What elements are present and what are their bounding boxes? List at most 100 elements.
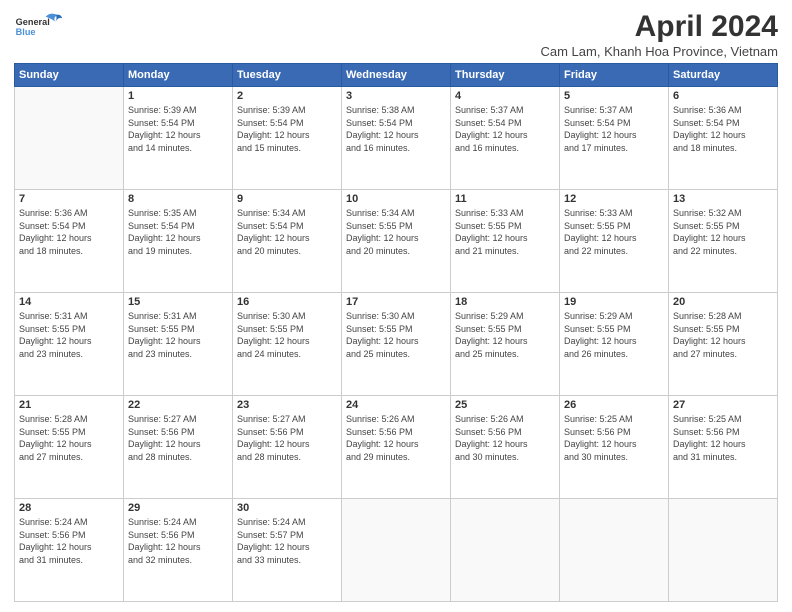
day-info: Sunrise: 5:28 AM Sunset: 5:55 PM Dayligh… xyxy=(19,413,119,463)
day-info: Sunrise: 5:39 AM Sunset: 5:54 PM Dayligh… xyxy=(128,104,228,154)
week-row-4: 21 Sunrise: 5:28 AM Sunset: 5:55 PM Dayli… xyxy=(15,396,778,499)
day-number: 11 xyxy=(455,193,555,205)
day-cell: 7 Sunrise: 5:36 AM Sunset: 5:54 PM Daylig… xyxy=(15,190,124,293)
day-info: Sunrise: 5:33 AM Sunset: 5:55 PM Dayligh… xyxy=(564,207,664,257)
col-sunday: Sunday xyxy=(15,64,124,87)
day-number: 22 xyxy=(128,399,228,411)
day-info: Sunrise: 5:34 AM Sunset: 5:54 PM Dayligh… xyxy=(237,207,337,257)
day-cell: 16Sunrise: 5:30 AM Sunset: 5:55 PM Dayli… xyxy=(233,293,342,396)
header-row: Sunday Monday Tuesday Wednesday Thursday… xyxy=(15,64,778,87)
day-number: 25 xyxy=(455,399,555,411)
day-cell: 15Sunrise: 5:31 AM Sunset: 5:55 PM Dayli… xyxy=(124,293,233,396)
day-cell: 14 Sunrise: 5:31 AM Sunset: 5:55 PM Dayli… xyxy=(15,293,124,396)
day-cell: 18Sunrise: 5:29 AM Sunset: 5:55 PM Dayli… xyxy=(451,293,560,396)
day-number: 16 xyxy=(237,296,337,308)
day-cell xyxy=(451,499,560,602)
day-number: 12 xyxy=(564,193,664,205)
day-info: Sunrise: 5:32 AM Sunset: 5:55 PM Dayligh… xyxy=(673,207,773,257)
day-cell: 24Sunrise: 5:26 AM Sunset: 5:56 PM Dayli… xyxy=(342,396,451,499)
day-cell: 27 Sunrise: 5:25 AM Sunset: 5:56 PM Dayli… xyxy=(669,396,778,499)
calendar-table: Sunday Monday Tuesday Wednesday Thursday… xyxy=(14,63,778,602)
day-number: 30 xyxy=(237,502,337,514)
day-info: Sunrise: 5:36 AM Sunset: 5:54 PM Dayligh… xyxy=(673,104,773,154)
day-cell xyxy=(560,499,669,602)
day-cell: 4 Sunrise: 5:37 AM Sunset: 5:54 PM Daylig… xyxy=(451,87,560,190)
col-thursday: Thursday xyxy=(451,64,560,87)
day-cell: 19 Sunrise: 5:29 AM Sunset: 5:55 PM Dayli… xyxy=(560,293,669,396)
day-info: Sunrise: 5:38 AM Sunset: 5:54 PM Dayligh… xyxy=(346,104,446,154)
day-number: 1 xyxy=(128,90,228,102)
day-number: 21 xyxy=(19,399,119,411)
day-number: 23 xyxy=(237,399,337,411)
day-number: 17 xyxy=(346,296,446,308)
day-info: Sunrise: 5:26 AM Sunset: 5:56 PM Dayligh… xyxy=(455,413,555,463)
day-number: 9 xyxy=(237,193,337,205)
day-info: Sunrise: 5:31 AM Sunset: 5:55 PM Dayligh… xyxy=(19,310,119,360)
day-number: 24 xyxy=(346,399,446,411)
day-number: 19 xyxy=(564,296,664,308)
svg-text:General: General xyxy=(16,17,50,27)
day-cell: 22 Sunrise: 5:27 AM Sunset: 5:56 PM Dayli… xyxy=(124,396,233,499)
col-friday: Friday xyxy=(560,64,669,87)
day-number: 5 xyxy=(564,90,664,102)
day-cell: 8Sunrise: 5:35 AM Sunset: 5:54 PM Daylig… xyxy=(124,190,233,293)
day-info: Sunrise: 5:39 AM Sunset: 5:54 PM Dayligh… xyxy=(237,104,337,154)
day-info: Sunrise: 5:28 AM Sunset: 5:55 PM Dayligh… xyxy=(673,310,773,360)
day-number: 14 xyxy=(19,296,119,308)
day-cell xyxy=(342,499,451,602)
day-cell xyxy=(669,499,778,602)
day-info: Sunrise: 5:37 AM Sunset: 5:54 PM Dayligh… xyxy=(564,104,664,154)
header: General Blue April 2024 Cam Lam, Khanh H… xyxy=(14,10,778,59)
day-info: Sunrise: 5:25 AM Sunset: 5:56 PM Dayligh… xyxy=(673,413,773,463)
col-wednesday: Wednesday xyxy=(342,64,451,87)
day-number: 20 xyxy=(673,296,773,308)
logo: General Blue xyxy=(14,10,64,50)
week-row-2: 7 Sunrise: 5:36 AM Sunset: 5:54 PM Daylig… xyxy=(15,190,778,293)
day-number: 27 xyxy=(673,399,773,411)
location: Cam Lam, Khanh Hoa Province, Vietnam xyxy=(541,44,779,59)
day-number: 4 xyxy=(455,90,555,102)
day-info: Sunrise: 5:30 AM Sunset: 5:55 PM Dayligh… xyxy=(346,310,446,360)
day-cell: 25 Sunrise: 5:26 AM Sunset: 5:56 PM Dayli… xyxy=(451,396,560,499)
col-saturday: Saturday xyxy=(669,64,778,87)
day-cell: 23Sunrise: 5:27 AM Sunset: 5:56 PM Dayli… xyxy=(233,396,342,499)
day-info: Sunrise: 5:37 AM Sunset: 5:54 PM Dayligh… xyxy=(455,104,555,154)
day-number: 2 xyxy=(237,90,337,102)
day-cell: 28 Sunrise: 5:24 AM Sunset: 5:56 PM Dayli… xyxy=(15,499,124,602)
day-number: 10 xyxy=(346,193,446,205)
day-info: Sunrise: 5:27 AM Sunset: 5:56 PM Dayligh… xyxy=(128,413,228,463)
day-info: Sunrise: 5:24 AM Sunset: 5:57 PM Dayligh… xyxy=(237,516,337,566)
day-cell xyxy=(15,87,124,190)
day-cell: 3 Sunrise: 5:38 AM Sunset: 5:54 PM Daylig… xyxy=(342,87,451,190)
day-number: 7 xyxy=(19,193,119,205)
day-info: Sunrise: 5:29 AM Sunset: 5:55 PM Dayligh… xyxy=(564,310,664,360)
title-area: April 2024 Cam Lam, Khanh Hoa Province, … xyxy=(541,10,779,59)
day-cell: 2 Sunrise: 5:39 AM Sunset: 5:54 PM Daylig… xyxy=(233,87,342,190)
day-number: 6 xyxy=(673,90,773,102)
day-cell: 6 Sunrise: 5:36 AM Sunset: 5:54 PM Daylig… xyxy=(669,87,778,190)
day-number: 26 xyxy=(564,399,664,411)
day-number: 29 xyxy=(128,502,228,514)
day-cell: 13 Sunrise: 5:32 AM Sunset: 5:55 PM Dayli… xyxy=(669,190,778,293)
week-row-5: 28 Sunrise: 5:24 AM Sunset: 5:56 PM Dayli… xyxy=(15,499,778,602)
day-cell: 10Sunrise: 5:34 AM Sunset: 5:55 PM Dayli… xyxy=(342,190,451,293)
day-info: Sunrise: 5:24 AM Sunset: 5:56 PM Dayligh… xyxy=(19,516,119,566)
day-cell: 1 Sunrise: 5:39 AM Sunset: 5:54 PM Daylig… xyxy=(124,87,233,190)
day-info: Sunrise: 5:24 AM Sunset: 5:56 PM Dayligh… xyxy=(128,516,228,566)
day-number: 28 xyxy=(19,502,119,514)
day-cell: 11 Sunrise: 5:33 AM Sunset: 5:55 PM Dayli… xyxy=(451,190,560,293)
day-cell: 21 Sunrise: 5:28 AM Sunset: 5:55 PM Dayli… xyxy=(15,396,124,499)
day-number: 3 xyxy=(346,90,446,102)
day-info: Sunrise: 5:25 AM Sunset: 5:56 PM Dayligh… xyxy=(564,413,664,463)
day-number: 13 xyxy=(673,193,773,205)
day-cell: 26 Sunrise: 5:25 AM Sunset: 5:56 PM Dayli… xyxy=(560,396,669,499)
day-info: Sunrise: 5:36 AM Sunset: 5:54 PM Dayligh… xyxy=(19,207,119,257)
day-info: Sunrise: 5:33 AM Sunset: 5:55 PM Dayligh… xyxy=(455,207,555,257)
day-cell: 12 Sunrise: 5:33 AM Sunset: 5:55 PM Dayli… xyxy=(560,190,669,293)
col-monday: Monday xyxy=(124,64,233,87)
day-cell: 20 Sunrise: 5:28 AM Sunset: 5:55 PM Dayli… xyxy=(669,293,778,396)
day-cell: 17 Sunrise: 5:30 AM Sunset: 5:55 PM Dayli… xyxy=(342,293,451,396)
day-info: Sunrise: 5:35 AM Sunset: 5:54 PM Dayligh… xyxy=(128,207,228,257)
week-row-1: 1 Sunrise: 5:39 AM Sunset: 5:54 PM Daylig… xyxy=(15,87,778,190)
day-number: 15 xyxy=(128,296,228,308)
